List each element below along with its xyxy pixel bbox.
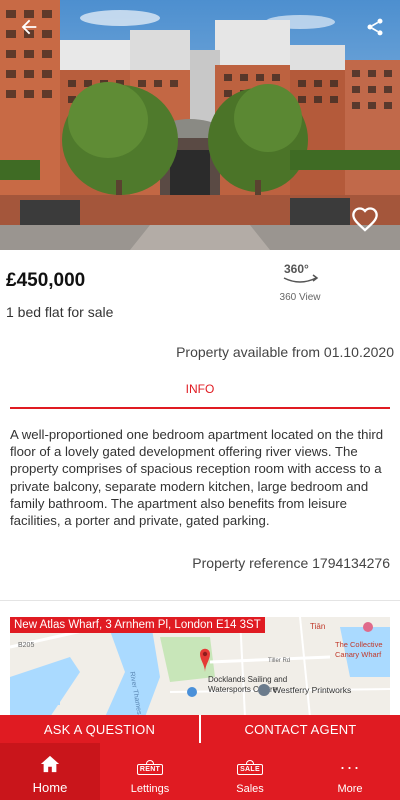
contact-agent-button[interactable]: CONTACT AGENT [201, 715, 400, 743]
nav-item-more[interactable]: ··· More [300, 743, 400, 800]
nav-label-more: More [337, 783, 363, 795]
property-reference: Property reference 1794134276 [192, 555, 390, 571]
favourite-button[interactable] [348, 202, 382, 236]
map-address: New Atlas Wharf, 3 Arnhem Pl, London E14… [10, 617, 265, 633]
svg-text:The Collective: The Collective [335, 640, 383, 649]
listing-subtitle: 1 bed flat for sale [6, 304, 114, 320]
more-dots-icon: ··· [339, 757, 361, 777]
property-photo[interactable] [0, 0, 400, 250]
heart-icon [352, 207, 378, 232]
location-map[interactable]: B205 Tiller Rd River Thames Docklands Sa… [10, 617, 390, 717]
availability-text: Property available from 01.10.2020 [176, 344, 394, 360]
sale-sign-icon: SALE [237, 759, 263, 775]
nav-label-home: Home [32, 780, 68, 795]
nav-item-lettings[interactable]: RENT Lettings [100, 743, 200, 800]
nav-label-sales: Sales [236, 783, 264, 795]
property-photo-illustration [0, 0, 400, 250]
svg-text:Westferry Printworks: Westferry Printworks [273, 685, 351, 695]
home-icon [40, 755, 60, 773]
nav-label-lettings: Lettings [130, 783, 170, 795]
svg-text:Canary Wharf: Canary Wharf [335, 650, 382, 659]
view-360-button[interactable]: 360° 360 View [270, 258, 330, 303]
svg-text:Tiller Rd: Tiller Rd [268, 658, 290, 664]
back-button[interactable] [14, 12, 44, 42]
svg-text:360°: 360° [284, 262, 309, 276]
tab-indicator [10, 407, 390, 409]
bottom-navigation: Home RENT Lettings SALE Sales ··· More [0, 743, 400, 800]
share-icon [367, 18, 383, 36]
action-bar: ASK A QUESTION CONTACT AGENT [0, 715, 400, 743]
view-360-label: 360 View [279, 292, 321, 303]
ask-question-button[interactable]: ASK A QUESTION [0, 715, 199, 743]
nav-item-sales[interactable]: SALE Sales [200, 743, 300, 800]
back-arrow-icon [21, 19, 37, 35]
section-divider [0, 600, 400, 601]
360-view-icon: 360° [283, 262, 319, 283]
share-button[interactable] [360, 12, 390, 42]
nav-item-home[interactable]: Home [0, 743, 100, 800]
svg-text:Tiān: Tiān [310, 622, 325, 631]
property-description: A well-proportioned one bedroom apartmen… [10, 427, 384, 529]
tab-info[interactable]: INFO [10, 382, 390, 396]
svg-text:Docklands Sailing and: Docklands Sailing and [208, 675, 287, 684]
listing-price: £450,000 [6, 270, 86, 291]
svg-text:B205: B205 [18, 642, 34, 649]
rent-sign-icon: RENT [136, 759, 164, 775]
